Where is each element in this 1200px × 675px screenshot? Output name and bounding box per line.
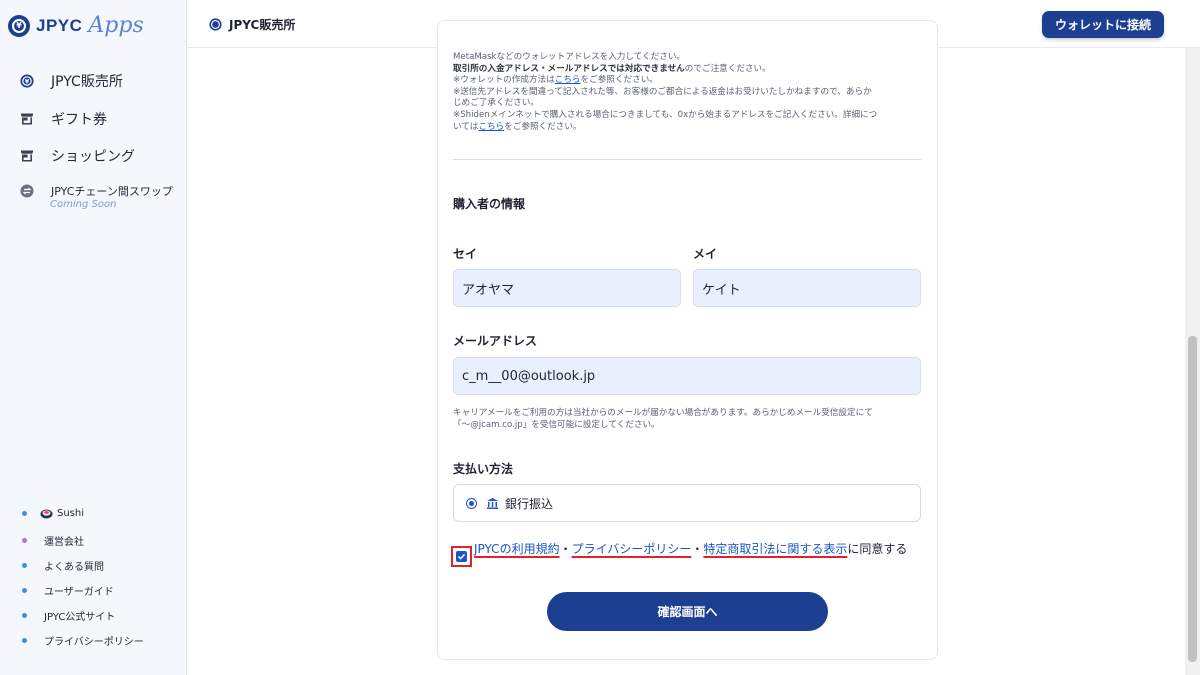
privacy-policy-link[interactable]: プライバシーポリシー [572, 542, 692, 556]
commercial-law-link[interactable]: 特定商取引法に関する表示 [703, 542, 847, 556]
radio-button[interactable] [466, 497, 477, 509]
sidebar-item-label: JPYC販売所 [51, 74, 123, 90]
footer-link-user-guide[interactable]: ユーザーガイド [22, 583, 114, 598]
hint-line: 「～@jcam.co.jp」を受信可能に設定してください。 [453, 419, 660, 430]
wallet-guide-link[interactable]: こちら [555, 75, 581, 85]
shiden-guide-link[interactable]: こちら [478, 122, 504, 132]
note-line: ※送信先アドレスを間違って記入された等、お客様のご都合による返金はお受けいたしか… [453, 86, 872, 97]
agreement-text: JPYCの利用規約・プライバシーポリシー・特定商取引法に関する表示に同意する [474, 540, 924, 558]
page-title-text: JPYC販売所 [229, 18, 296, 32]
agree-checkbox-highlight[interactable] [451, 546, 472, 567]
bullet-icon [22, 511, 27, 516]
mei-label: メイ [693, 247, 718, 261]
footer-link-label: ユーザーガイド [44, 587, 114, 598]
footer-link-label: プライバシーポリシー [44, 637, 144, 648]
footer-link-label: JPYC公式サイト [44, 612, 116, 623]
connect-wallet-button[interactable]: ウォレットに接続 [1042, 11, 1164, 38]
footer-link-label: 運営会社 [44, 537, 84, 548]
sidebar-item-label: ショッピング [51, 149, 135, 165]
note-line: じめご了承ください。 [453, 98, 539, 109]
email-hint: キャリアメールをご利用の方は当社からのメールが届かない場合があります。あらかじめ… [453, 408, 923, 431]
sidebar: ¥ JPYC Apps ¥ JPYC販売所 ギフト券 ショッピング JPYCチェ… [0, 0, 187, 675]
coming-soon-label: Coming Soon [50, 199, 117, 210]
note-text: をご参照ください。 [504, 121, 582, 132]
hint-line: キャリアメールをご利用の方は当社からのメールが届かない場合があります。あらかじめ… [453, 408, 873, 418]
logo-apps-text: Apps [88, 13, 144, 38]
note-line: MetaMaskなどのウォレットアドレスを入力してください。 [453, 52, 686, 62]
note-text: のでご注意ください。 [684, 63, 771, 74]
jpyc-coin-icon: ¥ [20, 74, 34, 88]
store-icon [20, 112, 34, 126]
scrollbar-thumb[interactable] [1188, 336, 1197, 662]
swap-icon [20, 184, 34, 198]
agree-checkbox[interactable] [456, 551, 467, 562]
sidebar-item-gift-card[interactable]: ギフト券 [20, 109, 107, 129]
email-input[interactable]: c_m__00@outlook.jp [453, 357, 921, 395]
sushi-icon [40, 508, 53, 519]
bullet-icon [22, 638, 27, 643]
footer-link-privacy-policy[interactable]: プライバシーポリシー [22, 633, 144, 648]
note-text: いては [453, 121, 479, 132]
bullet-icon [22, 563, 27, 568]
sidebar-item-shopping[interactable]: ショッピング [20, 146, 135, 166]
email-label: メールアドレス [453, 334, 538, 348]
bullet-icon [22, 538, 27, 543]
svg-text:¥: ¥ [25, 78, 30, 85]
payment-option-label: 銀行振込 [505, 496, 554, 511]
app-logo[interactable]: ¥ JPYC Apps [8, 13, 144, 38]
buyer-info-title: 購入者の情報 [453, 197, 526, 211]
logo-text: JPYC [36, 15, 83, 35]
payment-option-bank-transfer[interactable]: 銀行振込 [453, 484, 921, 522]
separator: ・ [559, 542, 572, 556]
bullet-icon [22, 588, 27, 593]
page-scrollbar[interactable] [1185, 48, 1200, 675]
separator: ・ [691, 542, 704, 556]
divider [453, 159, 921, 160]
note-warning-bold: 取引所の入金アドレス・メールアドレスでは対応できません [453, 63, 685, 74]
jpyc-logo-icon: ¥ [8, 14, 30, 37]
sidebar-item-jpyc-store[interactable]: ¥ JPYC販売所 [20, 71, 123, 91]
footer-link-sushi[interactable]: Sushi [22, 508, 84, 519]
sei-label: セイ [453, 247, 478, 261]
note-line: ※Shidenメインネットで購入される場合につきましても、0xから始まるアドレス… [453, 109, 878, 120]
note-line: ※ウォレットの作成方法はこちらをご参照ください。 [453, 75, 923, 87]
sei-input[interactable]: アオヤマ [453, 269, 681, 307]
agree-suffix: に同意する [847, 542, 908, 556]
footer-link-label: Sushi [57, 508, 85, 519]
terms-link[interactable]: JPYCの利用規約 [474, 542, 560, 556]
payment-method-title: 支払い方法 [453, 462, 514, 476]
bank-icon [486, 497, 499, 510]
sidebar-item-label: ギフト券 [51, 112, 107, 128]
jpyc-coin-icon [209, 18, 222, 31]
note-line: 取引所の入金アドレス・メールアドレスでは対応できませんのでご注意ください。 [453, 64, 923, 76]
footer-link-company[interactable]: 運営会社 [22, 533, 84, 548]
mei-input[interactable]: ケイト [693, 269, 921, 307]
confirm-button[interactable]: 確認画面へ [547, 592, 828, 631]
footer-link-official-site[interactable]: JPYC公式サイト [22, 608, 115, 623]
page-title: JPYC販売所 [209, 16, 295, 33]
store-icon [20, 149, 34, 163]
sidebar-item-label: JPYCチェーン間スワップ [51, 185, 173, 198]
sidebar-item-chain-swap[interactable]: JPYCチェーン間スワップ [20, 183, 173, 199]
footer-link-faq[interactable]: よくある質問 [22, 558, 104, 573]
bullet-icon [22, 613, 27, 618]
address-note: MetaMaskなどのウォレットアドレスを入力してください。 取引所の入金アドレ… [453, 52, 923, 133]
note-line: いてはこちらをご参照ください。 [453, 122, 923, 134]
footer-link-label: よくある質問 [44, 562, 104, 573]
note-text: をご参照ください。 [580, 75, 658, 86]
note-text: ※ウォレットの作成方法は [453, 75, 555, 86]
check-icon [457, 553, 466, 560]
